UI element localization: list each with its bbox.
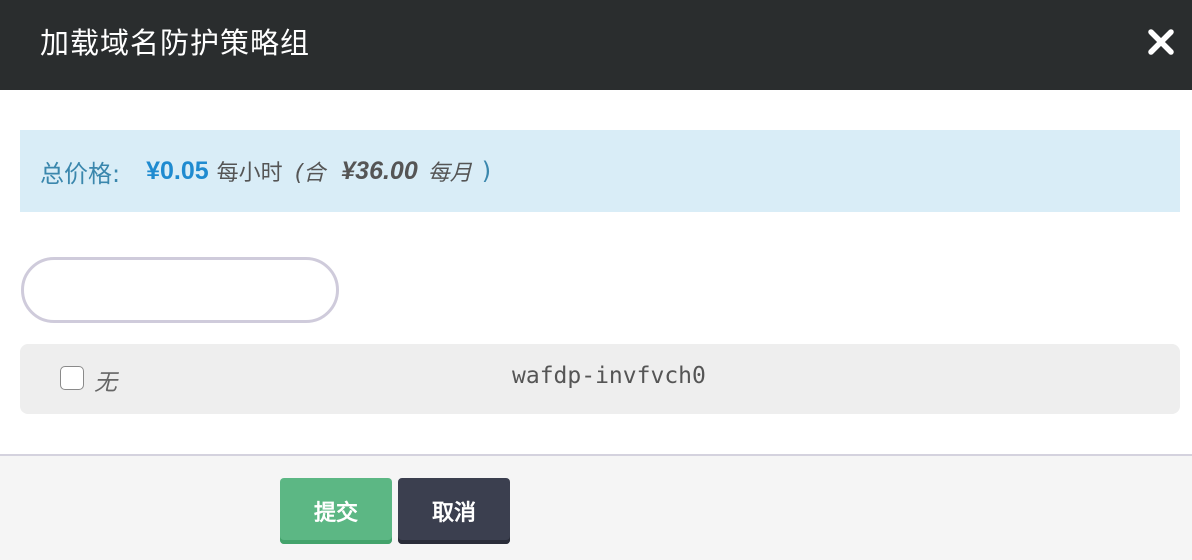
policy-option-label: 无 — [94, 370, 117, 396]
search-input[interactable] — [21, 257, 339, 323]
cancel-button[interactable]: 取消 — [398, 478, 510, 544]
total-price-bar: 总价格: ¥0.05 每小时 (合 ¥36.00 每月 ) — [20, 130, 1180, 212]
policy-checkbox[interactable] — [60, 366, 84, 390]
close-icon[interactable] — [1146, 27, 1176, 57]
hourly-unit: 每小时 — [216, 161, 283, 186]
policy-name: wafdp-invfvch0 — [512, 363, 706, 389]
policy-list-item[interactable]: 无 wafdp-invfvch0 — [20, 344, 1180, 414]
monthly-paren-open: (合 — [294, 161, 326, 186]
submit-button[interactable]: 提交 — [280, 478, 392, 544]
dialog-header: 加载域名防护策略组 — [0, 0, 1192, 90]
monthly-paren-close: ) — [481, 157, 492, 185]
dialog-title: 加载域名防护策略组 — [40, 26, 311, 60]
monthly-price: ¥36.00 — [341, 156, 418, 185]
monthly-unit: 每月 — [427, 161, 472, 186]
total-price-label: 总价格: — [40, 159, 121, 188]
hourly-price: ¥0.05 — [146, 156, 209, 185]
dialog-footer: 提交 取消 — [0, 454, 1192, 560]
